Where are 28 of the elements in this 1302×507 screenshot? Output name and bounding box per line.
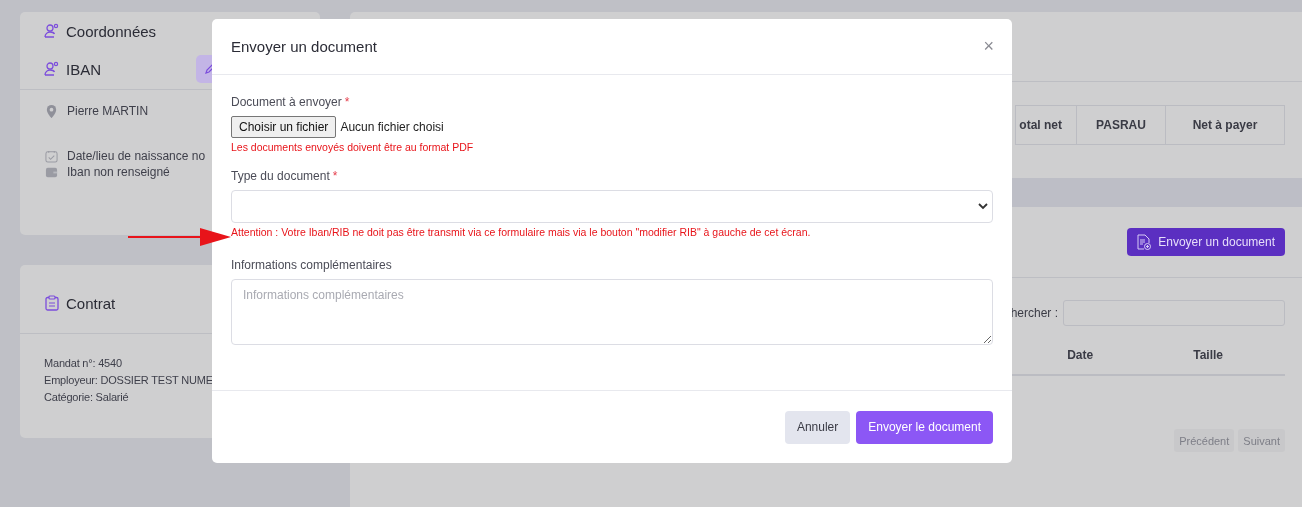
contract-detail: Mandat n°: 4540 xyxy=(44,356,123,371)
field-label: Document à envoyer * xyxy=(231,95,351,109)
send-document-button[interactable]: Envoyer un document xyxy=(1127,228,1285,256)
contract-detail: Employeur: DOSSIER TEST NUME xyxy=(44,373,214,388)
hint-text: Attention : Votre Iban/RIB ne doit pas être transmit via ce formulaire mais via le bouton "modifier RIB" à gauche de cet écran. xyxy=(231,226,812,238)
table-header: otal net xyxy=(1015,105,1077,145)
modal-title: Envoyer un document xyxy=(231,38,377,55)
submit-button[interactable]: Envoyer le document xyxy=(856,410,993,444)
table-header: PASRAU xyxy=(1076,105,1166,145)
person-name: Pierre MARTIN xyxy=(67,104,149,118)
contract-detail: Catégorie: Salarié xyxy=(44,390,130,405)
card-title: Coordonnées xyxy=(66,22,157,40)
field-label: Informations complémentaires xyxy=(231,258,393,272)
card-title: Contrat xyxy=(66,294,116,312)
close-button[interactable]: × xyxy=(979,36,998,57)
iban-status: Iban non renseigné xyxy=(67,165,170,179)
card-title: IBAN xyxy=(66,60,101,78)
table-header: Taille xyxy=(1193,348,1223,362)
choose-file-button[interactable]: Choisir un fichier xyxy=(231,116,337,138)
search-label: hercher : xyxy=(1010,306,1058,320)
hint-text: Les documents envoyés doivent être au format PDF xyxy=(231,141,475,153)
info-textarea[interactable]: Informations complémentaires xyxy=(231,279,993,345)
table-header: Net à payer xyxy=(1165,105,1285,145)
table-header: Date xyxy=(1067,348,1094,362)
cancel-button[interactable]: Annuler xyxy=(784,410,851,444)
field-label: Type du document * xyxy=(231,169,339,183)
file-status: Aucun fichier choisi xyxy=(340,120,444,134)
birth-info: Date/lieu de naissance no xyxy=(67,149,206,163)
